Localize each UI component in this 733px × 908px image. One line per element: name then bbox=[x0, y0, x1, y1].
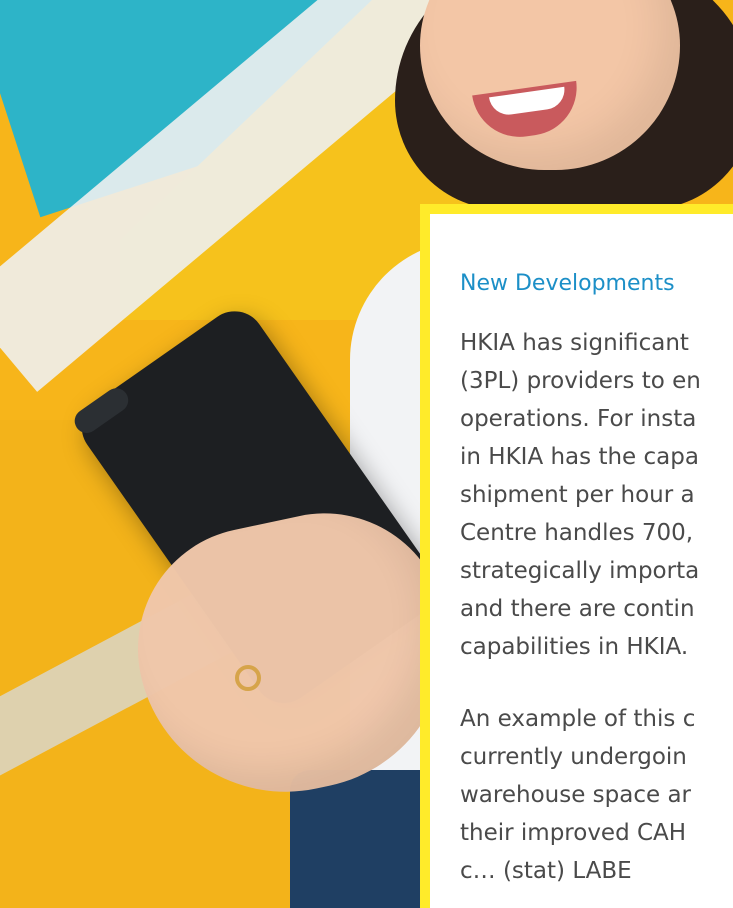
paragraph-2-line: their improved CAH bbox=[460, 820, 687, 846]
paragraph-1-line: operations. For insta bbox=[460, 406, 697, 432]
paragraph-1-line: strategically importa bbox=[460, 558, 700, 584]
paragraph-1-line: in HKIA has the capa bbox=[460, 444, 699, 470]
paragraph-1-line: Centre handles 700, bbox=[460, 520, 694, 546]
paragraph-2-line: An example of this c bbox=[460, 706, 696, 732]
paragraph-2-line: warehouse space ar bbox=[460, 782, 692, 808]
paragraph-1: HKIA has significant (3PL) providers to … bbox=[460, 324, 733, 666]
paragraph-2-line: currently undergoin bbox=[460, 744, 687, 770]
paragraph-2-line: c… (stat) LABE bbox=[460, 858, 632, 884]
paragraph-1-line: capabilities in HKIA. bbox=[460, 634, 689, 660]
text-panel-content: New Developments HKIA has significant (3… bbox=[460, 270, 733, 890]
section-heading: New Developments bbox=[460, 271, 675, 296]
paragraph-2: An example of this c currently undergoin… bbox=[460, 700, 733, 890]
paragraph-1-line: (3PL) providers to en bbox=[460, 368, 701, 394]
text-panel: New Developments HKIA has significant (3… bbox=[420, 204, 733, 908]
ring-icon bbox=[235, 665, 261, 691]
page: New Developments HKIA has significant (3… bbox=[0, 0, 733, 908]
paragraph-1-line: shipment per hour a bbox=[460, 482, 695, 508]
paragraph-1-line: HKIA has significant bbox=[460, 330, 689, 356]
paragraph-1-line: and there are contin bbox=[460, 596, 695, 622]
